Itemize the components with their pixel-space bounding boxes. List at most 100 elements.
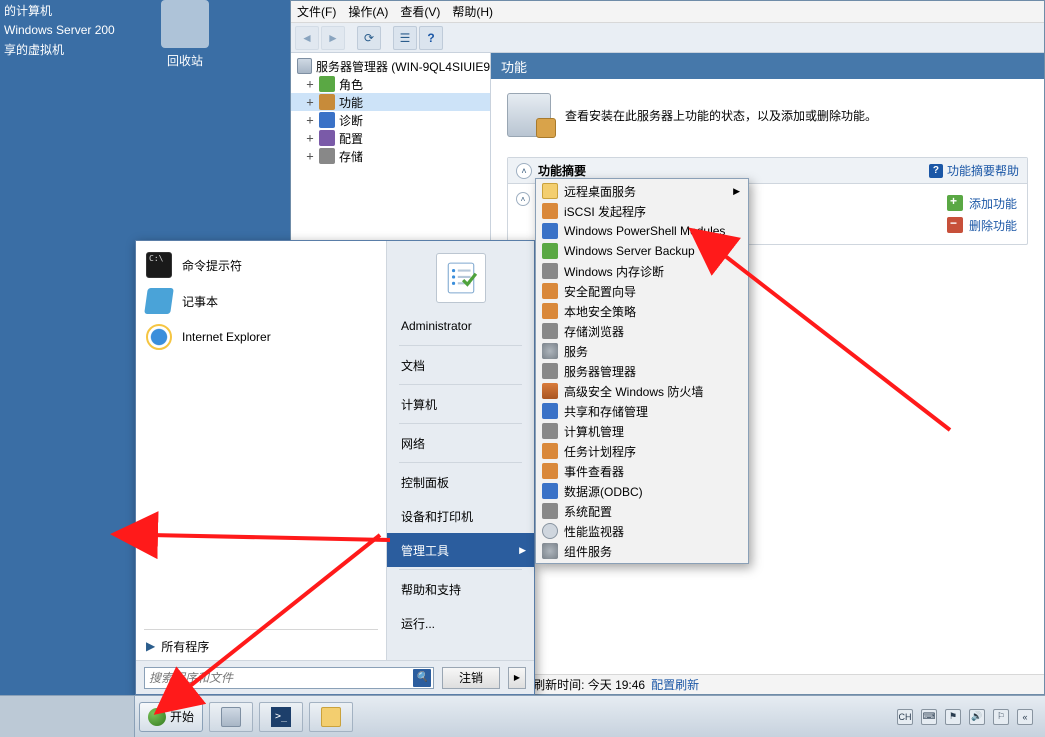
admin-tool-item[interactable]: Windows PowerShell Modules xyxy=(538,221,746,241)
back-button[interactable]: ◄ xyxy=(295,26,319,50)
admin-tool-item[interactable]: iSCSI 发起程序 xyxy=(538,201,746,221)
collapse-icon[interactable]: ˄ xyxy=(516,163,532,179)
expand-icon[interactable]: + xyxy=(305,95,315,109)
server-icon xyxy=(297,58,312,74)
tree-roles[interactable]: + 角色 xyxy=(291,75,490,93)
desktop-item[interactable]: 的计算机 xyxy=(0,0,135,21)
forward-button[interactable]: ► xyxy=(321,26,345,50)
start-help[interactable]: 帮助和支持 xyxy=(387,572,534,606)
tree-storage[interactable]: + 存储 xyxy=(291,147,490,165)
submenu-arrow-icon: ▶ xyxy=(519,545,526,556)
admin-tool-item[interactable]: 远程桌面服务▶ xyxy=(538,181,746,201)
tree-configuration[interactable]: + 配置 xyxy=(291,129,490,147)
tree-root-label: 服务器管理器 (WIN-9QL4SIUIE9 xyxy=(316,58,490,75)
start-user[interactable]: Administrator xyxy=(387,309,534,343)
tray-overflow-icon[interactable]: « xyxy=(1017,709,1033,725)
admin-tool-item[interactable]: Windows 内存诊断 xyxy=(538,261,746,281)
start-network[interactable]: 网络 xyxy=(387,426,534,460)
start-documents[interactable]: 文档 xyxy=(387,348,534,382)
start-control-panel[interactable]: 控制面板 xyxy=(387,465,534,499)
start-app-notepad[interactable]: 记事本 xyxy=(140,283,382,319)
menu-help[interactable]: 帮助(H) xyxy=(452,3,493,20)
admin-tool-item[interactable]: 性能监视器 xyxy=(538,521,746,541)
user-picture[interactable] xyxy=(436,253,486,303)
start-app-ie[interactable]: Internet Explorer xyxy=(140,319,382,355)
tool-icon xyxy=(542,203,558,219)
taskbar-app-server-manager[interactable] xyxy=(209,702,253,732)
admin-tool-item[interactable]: 组件服务 xyxy=(538,541,746,561)
logoff-options-button[interactable]: ▶ xyxy=(508,667,526,689)
start-label: 开始 xyxy=(170,708,194,725)
tree-root[interactable]: 服务器管理器 (WIN-9QL4SIUIE9 xyxy=(291,57,490,75)
refresh-button[interactable]: ⟳ xyxy=(357,26,381,50)
tool-icon xyxy=(542,363,558,379)
collapse-icon[interactable]: ˄ xyxy=(516,192,530,206)
tool-label: iSCSI 发起程序 xyxy=(564,203,646,220)
admin-tool-item[interactable]: 系统配置 xyxy=(538,501,746,521)
tool-icon xyxy=(542,523,558,539)
keyboard-icon[interactable]: ⌨ xyxy=(921,709,937,725)
volume-icon[interactable]: 🔊 xyxy=(969,709,985,725)
admin-tool-item[interactable]: 数据源(ODBC) xyxy=(538,481,746,501)
configure-refresh-link[interactable]: 配置刷新 xyxy=(651,676,699,693)
admin-tool-item[interactable]: 安全配置向导 xyxy=(538,281,746,301)
lang-indicator[interactable]: CH xyxy=(897,709,913,725)
menu-file[interactable]: 文件(F) xyxy=(297,3,336,20)
admin-tool-item[interactable]: 存储浏览器 xyxy=(538,321,746,341)
expand-icon[interactable]: + xyxy=(305,149,315,163)
notification-icon[interactable]: ⚐ xyxy=(993,709,1009,725)
start-menu-right: Administrator 文档 计算机 网络 控制面板 设备和打印机 管理工具… xyxy=(386,241,534,660)
admin-tool-item[interactable]: 服务 xyxy=(538,341,746,361)
cmd-icon xyxy=(146,252,172,278)
recycle-bin-label: 回收站 xyxy=(150,52,220,69)
tool-label: 服务器管理器 xyxy=(564,363,636,380)
search-input[interactable]: 搜索程序和文件 🔍 xyxy=(144,667,434,689)
start-devices[interactable]: 设备和打印机 xyxy=(387,499,534,533)
desktop-item[interactable]: 享的虚拟机 xyxy=(0,39,135,60)
remove-feature-link[interactable]: 删除功能 xyxy=(947,214,1017,236)
tool-icon xyxy=(542,503,558,519)
tool-label: 事件查看器 xyxy=(564,463,624,480)
taskbar-app-explorer[interactable] xyxy=(309,702,353,732)
start-app-cmd[interactable]: 命令提示符 xyxy=(140,247,382,283)
admin-tool-item[interactable]: 计算机管理 xyxy=(538,421,746,441)
expand-icon[interactable]: + xyxy=(305,131,315,145)
tool-icon xyxy=(542,483,558,499)
taskbar-app-powershell[interactable]: >_ xyxy=(259,702,303,732)
explorer-icon xyxy=(321,707,341,727)
start-computer[interactable]: 计算机 xyxy=(387,387,534,421)
admin-tool-item[interactable]: 服务器管理器 xyxy=(538,361,746,381)
expand-icon[interactable]: + xyxy=(305,113,315,127)
start-run[interactable]: 运行... xyxy=(387,606,534,640)
add-feature-link[interactable]: 添加功能 xyxy=(947,192,1017,214)
admin-tool-item[interactable]: 共享和存储管理 xyxy=(538,401,746,421)
desktop-left-panel: 的计算机 Windows Server 200 享的虚拟机 xyxy=(0,0,135,695)
help-button[interactable]: ? xyxy=(419,26,443,50)
checklist-icon xyxy=(444,261,478,295)
configuration-icon xyxy=(319,130,335,146)
summary-help-link[interactable]: ? 功能摘要帮助 xyxy=(929,162,1019,179)
tree-diagnostics[interactable]: + 诊断 xyxy=(291,111,490,129)
tool-label: Windows 内存诊断 xyxy=(564,263,664,280)
expand-icon[interactable]: + xyxy=(305,77,315,91)
menu-action[interactable]: 操作(A) xyxy=(348,3,388,20)
admin-tool-item[interactable]: Windows Server Backup xyxy=(538,241,746,261)
admin-tool-item[interactable]: 本地安全策略 xyxy=(538,301,746,321)
admin-tool-item[interactable]: 高级安全 Windows 防火墙 xyxy=(538,381,746,401)
tree-features[interactable]: + 功能 xyxy=(291,93,490,111)
desktop-item[interactable]: Windows Server 200 xyxy=(0,21,135,39)
admin-tool-item[interactable]: 任务计划程序 xyxy=(538,441,746,461)
tool-label: 安全配置向导 xyxy=(564,283,636,300)
all-programs[interactable]: ▶ 所有程序 xyxy=(136,632,386,660)
tool-icon xyxy=(542,243,558,259)
logoff-button[interactable]: 注销 xyxy=(442,667,500,689)
menu-view[interactable]: 查看(V) xyxy=(400,3,440,20)
action-center-icon[interactable]: ⚑ xyxy=(945,709,961,725)
tool-icon xyxy=(542,323,558,339)
start-admin-tools[interactable]: 管理工具 ▶ xyxy=(387,533,534,567)
admin-tool-item[interactable]: 事件查看器 xyxy=(538,461,746,481)
start-button[interactable]: 开始 xyxy=(139,702,203,732)
properties-button[interactable]: ☰ xyxy=(393,26,417,50)
search-icon[interactable]: 🔍 xyxy=(413,669,431,687)
recycle-bin[interactable]: 回收站 xyxy=(150,0,220,69)
